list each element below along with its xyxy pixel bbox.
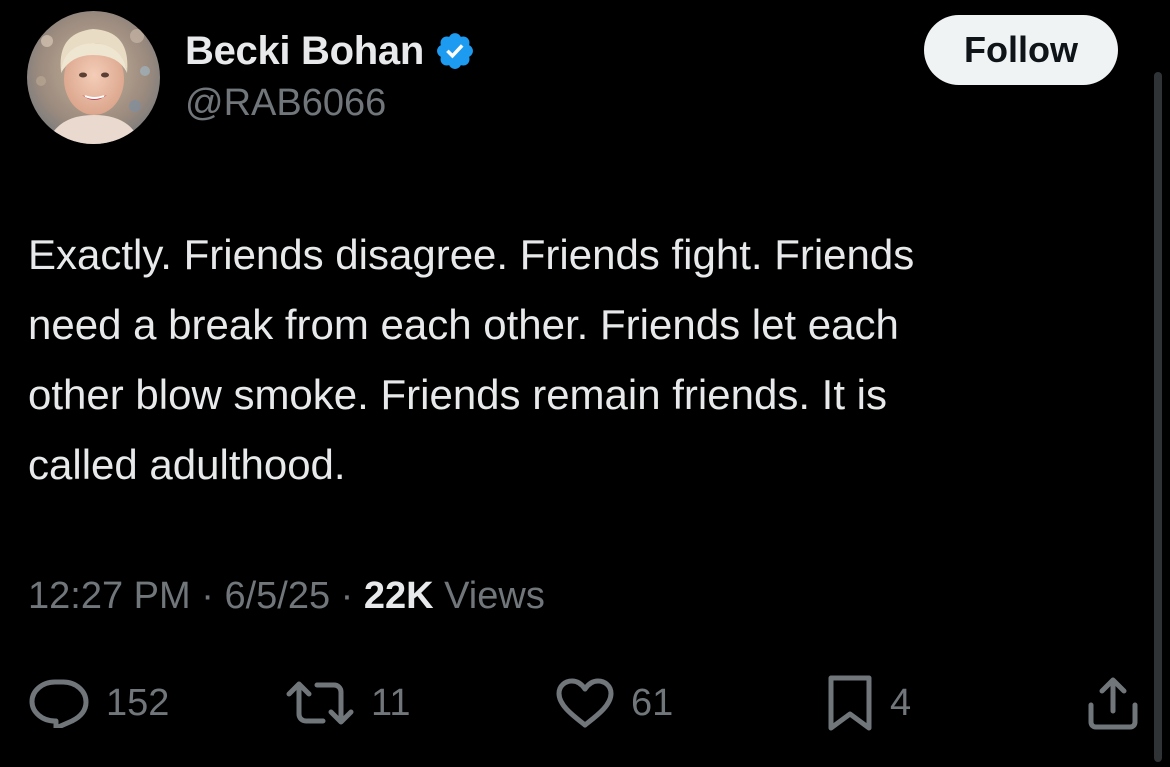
tweet-date[interactable]: 6/5/25: [224, 575, 330, 618]
reply-button[interactable]: 152: [28, 668, 169, 738]
bookmark-button[interactable]: 4: [826, 668, 911, 738]
meta-separator: ·: [190, 575, 225, 617]
views-count[interactable]: 22K: [364, 575, 434, 618]
views-label: Views: [433, 575, 545, 617]
tweet-actions: 152 11 61 4: [0, 668, 1170, 738]
heart-icon: [555, 677, 615, 729]
tweet-time[interactable]: 12:27 PM: [28, 575, 191, 618]
bookmark-count: 4: [890, 681, 912, 724]
author-name-row[interactable]: Becki Bohan: [185, 26, 476, 76]
repost-count: 11: [371, 681, 411, 724]
reply-count: 152: [106, 681, 170, 724]
share-icon: [1085, 675, 1141, 731]
repost-icon: [285, 678, 355, 728]
like-count: 61: [631, 681, 674, 724]
reply-icon: [28, 678, 90, 728]
tweet-meta: 12:27 PM · 6/5/25 · 22K Views: [28, 575, 545, 618]
scrollbar[interactable]: [1154, 72, 1162, 762]
verified-badge-icon[interactable]: [434, 30, 476, 72]
share-button[interactable]: [1085, 668, 1141, 738]
profile-photo-icon: [27, 11, 160, 144]
repost-button[interactable]: 11: [285, 668, 410, 738]
tweet-text: Exactly. Friends disagree. Friends fight…: [28, 231, 915, 488]
like-button[interactable]: 61: [555, 668, 673, 738]
follow-button[interactable]: Follow: [924, 15, 1118, 85]
bookmark-icon: [826, 674, 874, 732]
author-handle[interactable]: @RAB6066: [185, 82, 386, 125]
meta-separator: ·: [330, 575, 364, 617]
avatar[interactable]: [27, 11, 160, 144]
display-name[interactable]: Becki Bohan: [185, 29, 424, 74]
